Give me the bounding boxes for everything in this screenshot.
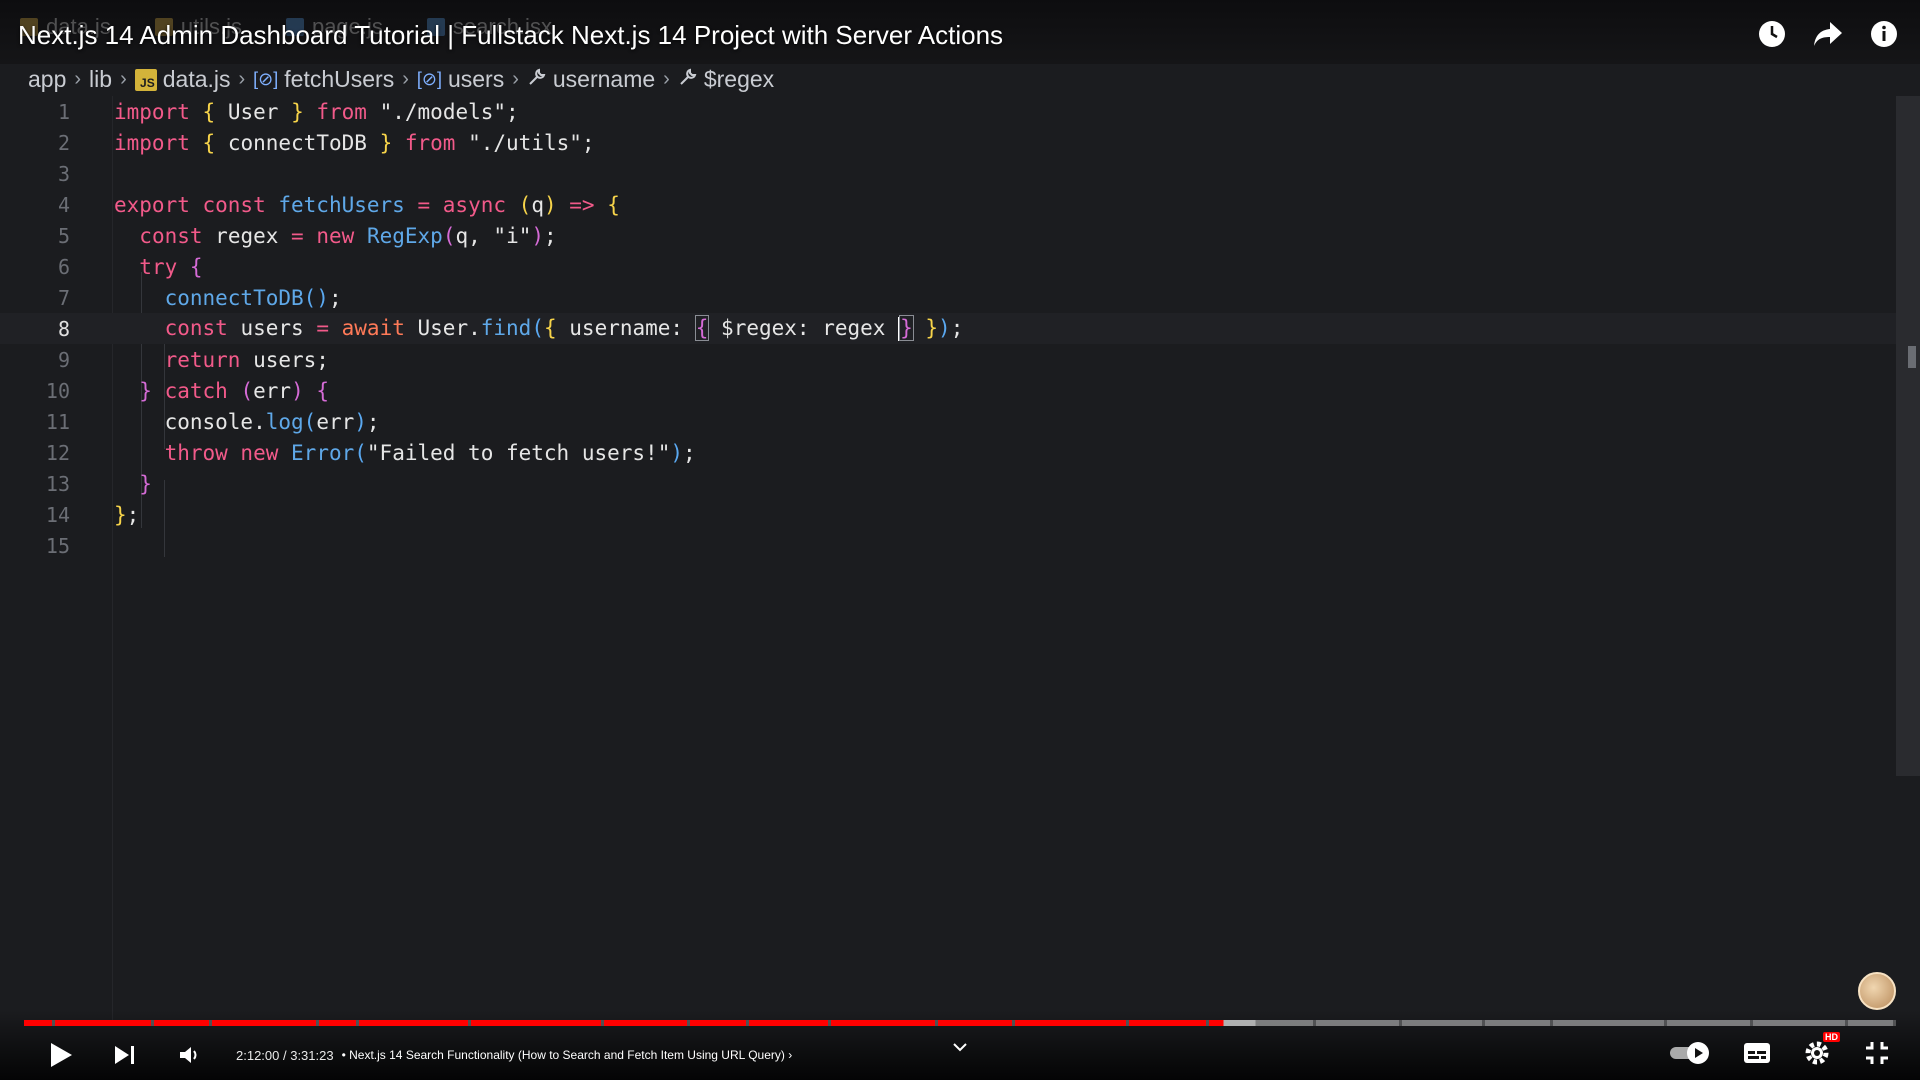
editor-scrollbar[interactable]: [1896, 96, 1920, 776]
variable-icon: [⊘]: [253, 69, 279, 89]
line-number: 11: [45, 409, 70, 434]
progress-segment[interactable]: [1552, 1020, 1664, 1026]
line-number: 10: [45, 378, 70, 403]
breadcrumb-file[interactable]: JS data.js: [134, 66, 231, 93]
subtitles-icon[interactable]: [1740, 1036, 1774, 1070]
autoplay-toggle-icon[interactable]: [1668, 1036, 1714, 1070]
progress-segment[interactable]: [603, 1020, 688, 1026]
chapter-title[interactable]: • Next.js 14 Search Functionality (How t…: [342, 1048, 793, 1062]
chevron-right-icon: ›: [238, 68, 246, 90]
share-icon[interactable]: [1810, 16, 1846, 52]
watch-later-icon[interactable]: [1754, 16, 1790, 52]
wrench-icon: [678, 66, 698, 93]
progress-segment[interactable]: [471, 1020, 601, 1026]
progress-segment[interactable]: [319, 1020, 357, 1026]
line-number: 15: [45, 533, 70, 558]
line-number: 1: [57, 99, 70, 124]
breadcrumb-regex[interactable]: $regex: [678, 66, 774, 93]
code-line[interactable]: 1 import { User } from "./models";: [0, 96, 1896, 127]
info-icon[interactable]: [1866, 16, 1902, 52]
chevron-right-icon: ›: [74, 68, 82, 90]
progress-segment[interactable]: [1014, 1020, 1126, 1026]
chevron-down-icon[interactable]: [952, 1040, 968, 1058]
line-number: 4: [57, 192, 70, 217]
chevron-right-icon: ›: [120, 68, 127, 90]
progress-segment[interactable]: [359, 1020, 469, 1026]
code-line-active[interactable]: 8 const users = await User.find({ userna…: [0, 313, 1896, 344]
code-line[interactable]: 6 try {: [0, 251, 1896, 282]
js-file-icon: JS: [134, 68, 157, 91]
code-line[interactable]: 12 throw new Error("Failed to fetch user…: [0, 437, 1896, 468]
chevron-right-icon: ›: [663, 68, 670, 90]
code-line[interactable]: 5 const regex = new RegExp(q, "i");: [0, 220, 1896, 251]
progress-segment[interactable]: [937, 1020, 1012, 1026]
line-number: 6: [57, 254, 70, 279]
code-editor[interactable]: 1 import { User } from "./models"; 2 imp…: [0, 96, 1896, 1020]
progress-segment[interactable]: [1402, 1020, 1482, 1026]
code-line[interactable]: 7 connectToDB();: [0, 282, 1896, 313]
progress-segment[interactable]: [1316, 1020, 1400, 1026]
line-number: 7: [57, 285, 70, 310]
volume-icon[interactable]: [172, 1038, 206, 1072]
code-line[interactable]: 9 return users;: [0, 344, 1896, 375]
line-number: 9: [57, 347, 70, 372]
code-line[interactable]: 15: [0, 530, 1896, 561]
line-number: 14: [45, 502, 70, 527]
progress-segment[interactable]: [1848, 1020, 1893, 1026]
breadcrumb-fetchusers[interactable]: [⊘] fetchUsers: [253, 66, 394, 93]
line-number: 8: [57, 316, 70, 341]
progress-segment[interactable]: [1484, 1020, 1550, 1026]
line-number: 5: [57, 223, 70, 248]
line-number: 12: [45, 440, 70, 465]
code-line[interactable]: 11 console.log(err);: [0, 406, 1896, 437]
line-number: 2: [57, 130, 70, 155]
progress-segment[interactable]: [212, 1020, 317, 1026]
progress-segment[interactable]: [54, 1020, 151, 1026]
code-line[interactable]: 10 } catch (err) {: [0, 375, 1896, 406]
video-title-bar: data.js utils.js page.js search.jsx Next…: [0, 0, 1920, 64]
settings-icon[interactable]: HD: [1800, 1032, 1840, 1070]
variable-icon: [⊘]: [416, 69, 442, 89]
progress-segment[interactable]: [1128, 1020, 1207, 1026]
progress-segment[interactable]: [153, 1020, 210, 1026]
channel-avatar[interactable]: [1858, 972, 1896, 1010]
breadcrumb-lib[interactable]: lib: [89, 66, 112, 93]
play-icon[interactable]: [44, 1038, 78, 1072]
time-display: 2:12:00 / 3:31:23: [236, 1047, 334, 1063]
code-line[interactable]: 14 };: [0, 499, 1896, 530]
wrench-icon: [527, 66, 547, 93]
progress-segment[interactable]: [1209, 1020, 1314, 1026]
line-number: 3: [57, 161, 70, 186]
progress-segment[interactable]: [690, 1020, 746, 1026]
progress-bar[interactable]: [24, 1020, 1896, 1026]
breadcrumb: app › lib › JS data.js › [⊘] fetchUsers …: [28, 66, 774, 93]
code-line[interactable]: 13 }: [0, 468, 1896, 499]
progress-segment[interactable]: [831, 1020, 935, 1026]
progress-segment[interactable]: [1752, 1020, 1846, 1026]
exit-fullscreen-icon[interactable]: [1860, 1036, 1894, 1070]
hd-badge: HD: [1823, 1032, 1840, 1042]
code-line[interactable]: 3: [0, 158, 1896, 189]
breadcrumb-app[interactable]: app: [28, 66, 66, 93]
next-icon[interactable]: [108, 1038, 142, 1072]
code-line[interactable]: 2 import { connectToDB } from "./utils";: [0, 127, 1896, 158]
breadcrumb-users[interactable]: [⊘] users: [417, 66, 504, 93]
video-title[interactable]: Next.js 14 Admin Dashboard Tutorial | Fu…: [18, 20, 1003, 51]
progress-segment[interactable]: [748, 1020, 829, 1026]
progress-segment[interactable]: [1666, 1020, 1750, 1026]
line-number: 13: [45, 471, 70, 496]
code-line[interactable]: 4 export const fetchUsers = async (q) =>…: [0, 189, 1896, 220]
chevron-right-icon: ›: [402, 68, 409, 90]
breadcrumb-username[interactable]: username: [527, 66, 655, 93]
chevron-right-icon: ›: [512, 68, 519, 90]
progress-segment[interactable]: [24, 1020, 52, 1026]
